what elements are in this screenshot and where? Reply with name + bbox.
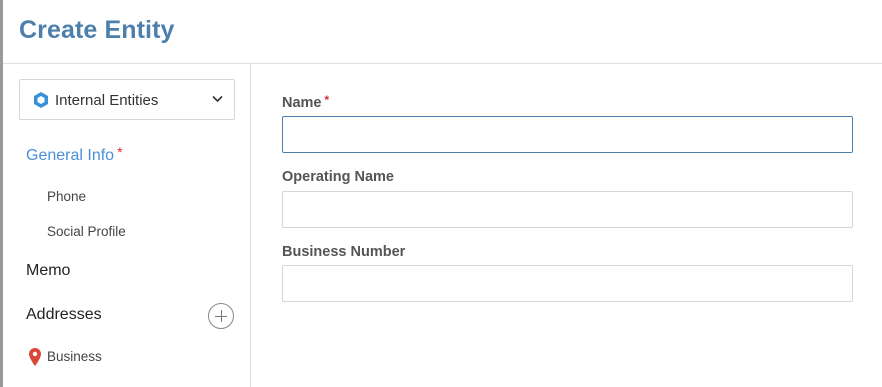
sidebar-item-label: General Info [26, 147, 115, 164]
entity-type-value: Internal Entities [55, 92, 159, 109]
map-pin-icon [29, 348, 41, 366]
business-number-label: Business Number [282, 244, 406, 260]
operating-name-input[interactable] [282, 191, 853, 228]
form-panel: Name * Operating Name Business Number [252, 64, 882, 387]
add-address-button[interactable] [208, 303, 234, 329]
sidebar-item-memo[interactable]: Memo [26, 262, 70, 280]
operating-name-label: Operating Name [282, 169, 394, 185]
sidebar-item-addresses[interactable]: Addresses [26, 306, 102, 324]
sidebar-item-general-info[interactable]: General Info * [26, 144, 123, 165]
required-asterisk: * [117, 144, 123, 160]
sidebar-item-label: Business [47, 349, 102, 364]
business-number-input[interactable] [282, 265, 853, 302]
sidebar-item-phone[interactable]: Phone [47, 189, 86, 204]
entity-type-select[interactable]: Internal Entities [19, 79, 235, 120]
sidebar: Internal Entities General Info * Phone So… [3, 64, 251, 387]
page-header: Create Entity [3, 0, 882, 64]
page-title: Create Entity [19, 16, 175, 44]
chevron-down-icon [212, 95, 223, 103]
name-input[interactable] [282, 116, 853, 153]
sidebar-item-social-profile[interactable]: Social Profile [47, 224, 126, 239]
hexagon-icon [34, 92, 48, 108]
required-asterisk: * [324, 93, 330, 107]
name-label: Name * [282, 93, 330, 111]
